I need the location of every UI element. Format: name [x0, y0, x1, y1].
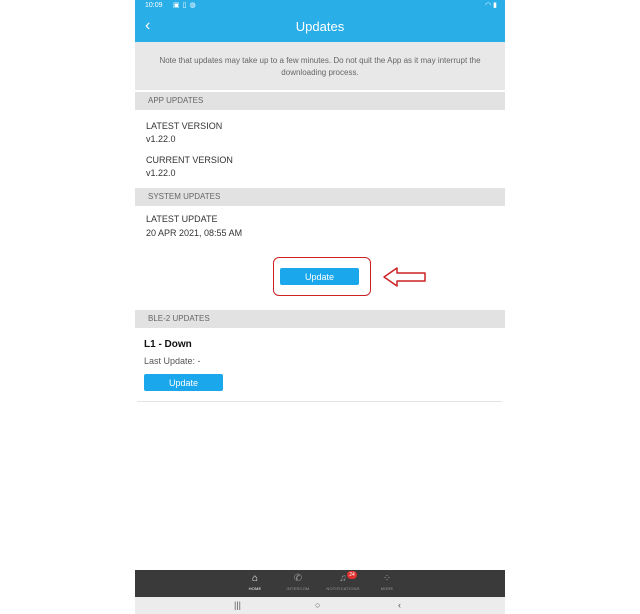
latest-update-label: LATEST UPDATE: [146, 214, 218, 224]
back-icon[interactable]: ‹: [398, 597, 401, 614]
bottom-navigation: ⌂ HOME ✆ INTERCOM ♫ 24 NOTIFICATIONS ⁘ M…: [135, 570, 505, 597]
section-header-system-updates: SYSTEM UPDATES: [135, 188, 505, 206]
status-bar: 10:09 ▣▯◍ ◠ ▮: [135, 0, 505, 12]
ble-device-name: L1 - Down: [144, 339, 192, 350]
latest-version-value: v1.22.0: [146, 134, 176, 144]
status-icons: ▣▯◍: [173, 0, 199, 12]
left-arrow-icon: [383, 267, 426, 287]
status-time: 10:09: [145, 2, 163, 9]
recent-apps-icon[interactable]: |||: [234, 597, 241, 614]
nav-more-label: MORE: [380, 586, 394, 591]
section-header-app-updates: APP UPDATES: [135, 92, 505, 110]
latest-update-value: 20 APR 2021, 08:55 AM: [146, 228, 243, 238]
current-version-value: v1.22.0: [146, 168, 176, 178]
wifi-icon: ◠: [485, 2, 492, 9]
notice-text: Note that updates may take up to a few m…: [159, 56, 481, 77]
nav-more[interactable]: ⁘ MORE: [357, 570, 417, 597]
phone-screen: 10:09 ▣▯◍ ◠ ▮ ‹ Updates Note that update…: [135, 0, 505, 614]
app-bar: ‹ Updates: [135, 12, 505, 42]
ble-last-update: Last Update: -: [144, 356, 201, 366]
ble-update-button[interactable]: Update: [144, 374, 223, 391]
notification-badge: 24: [347, 571, 357, 579]
home-circle-icon[interactable]: ○: [315, 597, 320, 614]
battery-icon: ▮: [493, 2, 497, 9]
grid-icon: ⁘: [382, 573, 392, 584]
update-notice: Note that updates may take up to a few m…: [135, 42, 505, 90]
system-navigation-bar: ||| ○ ‹: [135, 597, 505, 614]
section-header-ble-updates: BLE-2 UPDATES: [135, 310, 505, 328]
page-title: Updates: [295, 19, 345, 34]
latest-version-label: LATEST VERSION: [146, 121, 223, 131]
status-right-icons: ◠ ▮: [485, 0, 497, 12]
list-divider: [137, 401, 502, 402]
android-icon: ◍: [189, 2, 199, 9]
highlight-box: [273, 257, 371, 296]
image-icon: ▣: [173, 2, 183, 9]
current-version-label: CURRENT VERSION: [146, 155, 233, 165]
